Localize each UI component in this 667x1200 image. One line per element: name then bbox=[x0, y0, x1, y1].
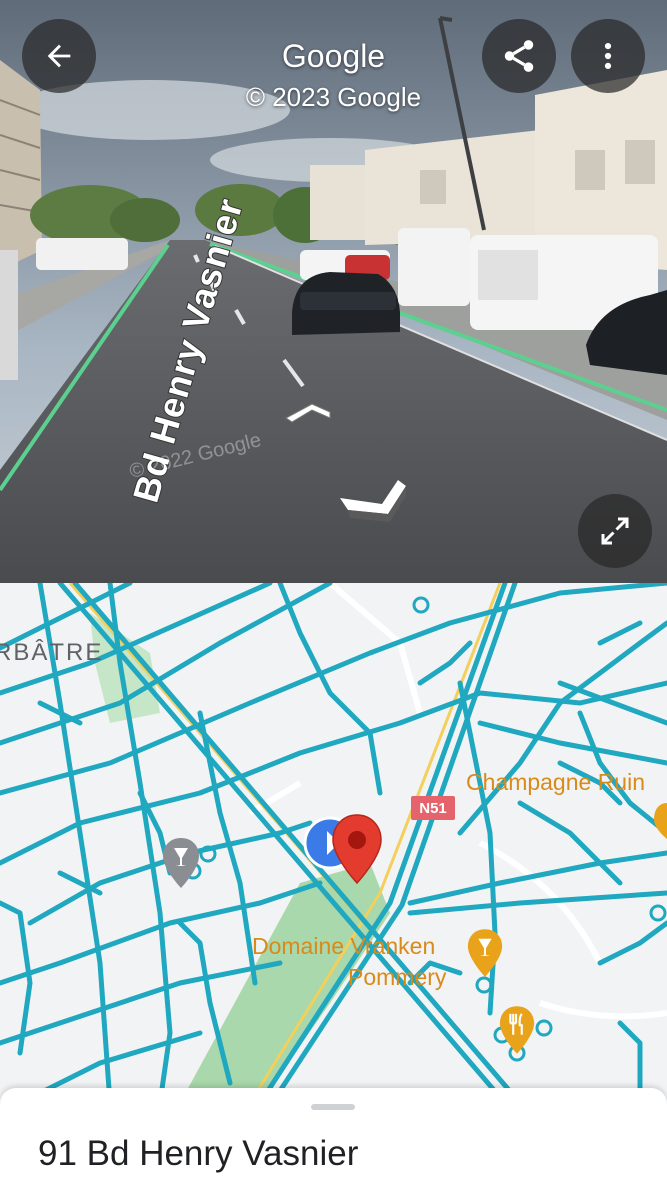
wine-bar-pin-icon[interactable] bbox=[466, 927, 504, 979]
expand-button[interactable] bbox=[578, 494, 652, 568]
arrow-left-icon bbox=[42, 39, 76, 73]
header-copyright: © 2023 Google bbox=[245, 82, 422, 112]
expand-icon bbox=[597, 513, 633, 549]
bottom-sheet[interactable]: 91 Bd Henry Vasnier bbox=[0, 1088, 667, 1200]
wine-bar-pin-icon[interactable] bbox=[161, 836, 201, 890]
drag-handle[interactable] bbox=[311, 1104, 355, 1110]
back-button[interactable] bbox=[22, 19, 96, 93]
street-view-panorama[interactable]: Bd Henry Vasnier © 2022 Google Google © … bbox=[0, 0, 667, 583]
poi-pin-icon[interactable] bbox=[652, 801, 667, 841]
location-pin-icon[interactable] bbox=[331, 813, 383, 885]
poi-label-domaine-line2[interactable]: Pommery bbox=[348, 964, 446, 991]
road-shield-n51: N51 bbox=[411, 796, 455, 820]
header-title: Google bbox=[281, 38, 386, 74]
poi-label-domaine-line1[interactable]: Domaine Vranken bbox=[252, 933, 435, 960]
restaurant-pin-icon[interactable] bbox=[498, 1004, 536, 1056]
share-icon bbox=[500, 37, 538, 75]
more-vert-icon bbox=[591, 39, 625, 73]
address-title: 91 Bd Henry Vasnier bbox=[38, 1134, 359, 1173]
poi-label-champagne[interactable]: Champagne Ruin bbox=[466, 769, 645, 796]
share-button[interactable] bbox=[482, 19, 556, 93]
map-view[interactable]: RBÂTRE Champagne Ruin Domaine Vranken Po… bbox=[0, 583, 667, 1103]
more-options-button[interactable] bbox=[571, 19, 645, 93]
district-label: RBÂTRE bbox=[0, 639, 104, 666]
